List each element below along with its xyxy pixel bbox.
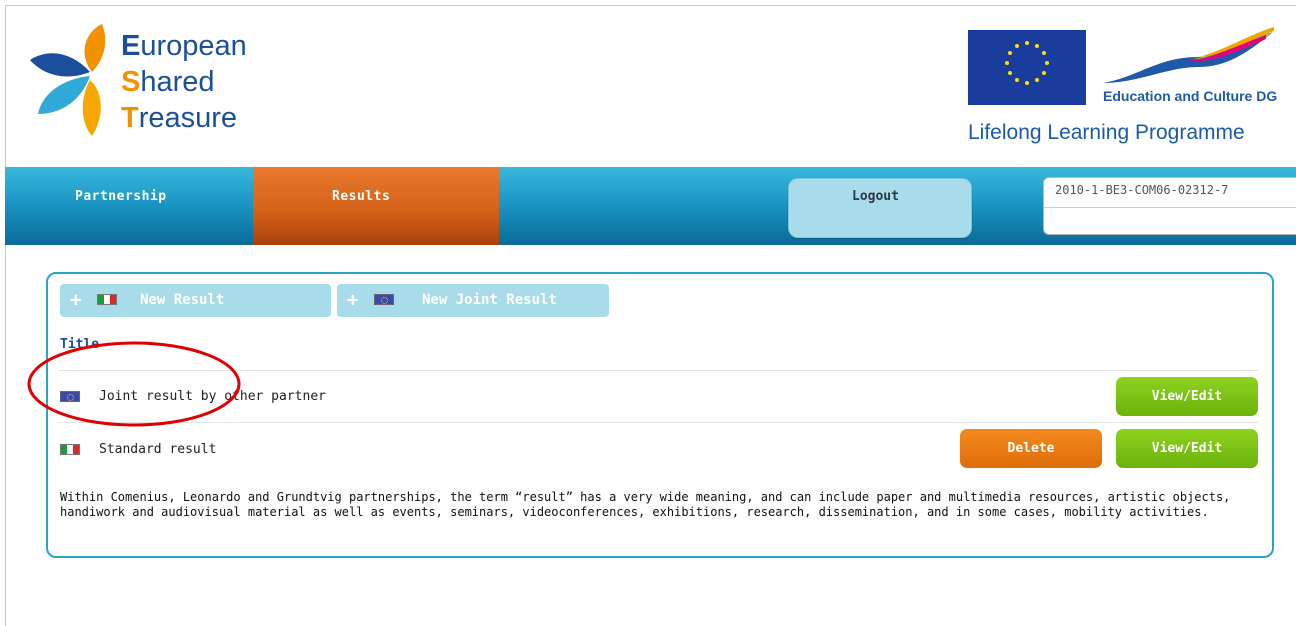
eu-flag-icon [968, 30, 1086, 105]
italy-flag-icon [97, 294, 117, 305]
logo-wordmark: European Shared Treasure [121, 28, 247, 136]
logout-label: Logout [852, 189, 899, 204]
logo-letter-e: E [121, 30, 141, 62]
logout-button[interactable]: Logout [788, 178, 972, 238]
lifelong-learning-label: Lifelong Learning Programme [968, 121, 1245, 144]
nav-tab-results[interactable]: Results [253, 167, 499, 245]
plus-icon: + [70, 289, 82, 311]
nav-tab-results-label: Results [332, 189, 391, 204]
view-edit-button[interactable]: View/Edit [1116, 377, 1258, 416]
new-result-label: New Result [140, 292, 225, 308]
project-code: 2010-1-BE3-COM06-02312-7 [1055, 183, 1229, 197]
view-edit-button[interactable]: View/Edit [1116, 429, 1258, 468]
new-joint-result-label: New Joint Result [422, 292, 557, 308]
highlight-ellipse [27, 341, 241, 427]
project-selector[interactable]: 2010-1-BE3-COM06-02312-7 [1043, 177, 1296, 235]
result-title: Standard result [99, 442, 217, 457]
logo-word-treasure: reasure [138, 102, 238, 134]
nav-tab-partnership-label: Partnership [75, 189, 167, 204]
delete-button[interactable]: Delete [960, 429, 1102, 468]
llp-swoosh-icon [1103, 27, 1274, 83]
new-result-button[interactable]: + New Result [60, 284, 331, 317]
plus-icon: + [347, 289, 359, 311]
logo-word-european: uropean [140, 30, 247, 62]
edu-culture-label: Education and Culture DG [1103, 88, 1278, 104]
butterfly-logo-icon [30, 24, 106, 136]
eu-flag-icon [374, 294, 394, 305]
new-joint-result-button[interactable]: + New Joint Result [337, 284, 609, 317]
italy-flag-icon [60, 444, 80, 455]
logo-letter-s: S [121, 66, 141, 98]
logo-letter-t: T [121, 102, 139, 134]
project-divider [1044, 207, 1296, 208]
nav-tab-partnership[interactable]: Partnership [5, 167, 253, 245]
result-description: Within Comenius, Leonardo and Grundtvig … [60, 490, 1231, 519]
logo-word-shared: hared [140, 66, 215, 98]
